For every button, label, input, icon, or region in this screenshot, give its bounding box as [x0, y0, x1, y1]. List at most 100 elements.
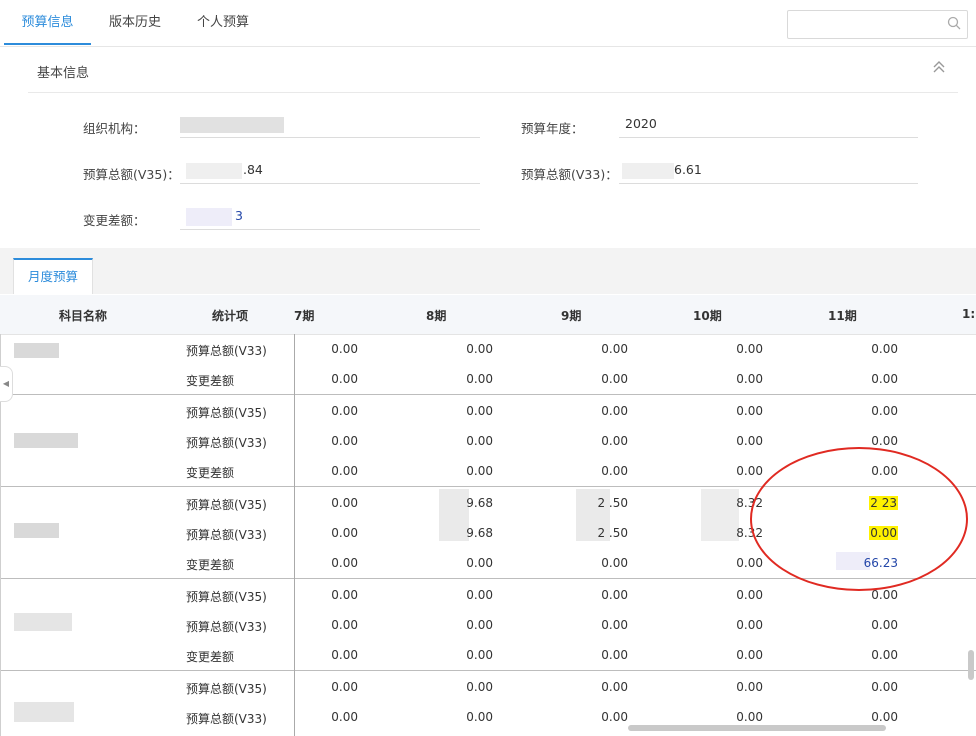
period-8-value: 0.00 — [466, 372, 493, 386]
total-v35-label: 预算总额(V35)： — [83, 167, 180, 182]
collapse-icon[interactable] — [932, 60, 946, 74]
period-11-value: 0.00 — [871, 404, 898, 418]
table-row[interactable]: 预算总额(V35) 0.00 0.00 0.00 0.00 0.00 — [0, 396, 976, 426]
period-10-value: 0.00 — [736, 342, 763, 356]
collapse-left-icon[interactable]: ◀ — [0, 366, 13, 402]
period-7-value: 0.00 — [331, 464, 358, 478]
metric-label: 预算总额(V35) — [186, 498, 267, 512]
active-tab-indicator — [4, 43, 91, 45]
period-9-value: 0.00 — [601, 618, 628, 632]
year-value: 2020 — [625, 116, 657, 131]
period-9-value: 0.00 — [601, 372, 628, 386]
period-10-value: 0.00 — [736, 434, 763, 448]
period-9-value: 0.00 — [601, 680, 628, 694]
period-9-value: 0.00 — [601, 588, 628, 602]
tab-budget-info[interactable]: 预算信息 — [4, 0, 91, 46]
basic-info-title: 基本信息 — [37, 66, 90, 81]
col-period-9[interactable]: 9期 — [561, 307, 581, 324]
vertical-scrollbar[interactable] — [968, 650, 974, 680]
period-11-value: 0.00 — [871, 618, 898, 632]
col-subject-name[interactable]: 科目名称 — [59, 307, 107, 324]
horizontal-scrollbar[interactable] — [628, 725, 886, 731]
period-7-value: 0.00 — [331, 680, 358, 694]
table-row[interactable]: 变更差额 0.00 0.00 0.00 0.00 0.00 — [0, 640, 976, 670]
period-8-value: 9.68 — [466, 526, 493, 540]
total-v35-value: .84 — [243, 162, 263, 177]
period-8-value: 0.00 — [466, 618, 493, 632]
diff-field[interactable]: 3 — [180, 205, 480, 230]
period-10-value: 0.00 — [736, 464, 763, 478]
period-11-value: 0.00 — [871, 434, 898, 448]
period-7-value: 0.00 — [331, 404, 358, 418]
metric-label: 预算总额(V33) — [186, 528, 267, 542]
period-10-value: 0.00 — [736, 648, 763, 662]
table-row[interactable]: 预算总额(V33) 0.00 0.00 0.00 0.00 0.00 — [0, 610, 976, 640]
diff-value: 3 — [235, 208, 243, 223]
redacted-total-v35 — [186, 163, 242, 179]
metric-label: 变更差额 — [186, 374, 235, 388]
metric-label: 变更差额 — [186, 558, 235, 572]
period-10-value: 0.00 — [736, 588, 763, 602]
col-period-11[interactable]: 11期 — [828, 307, 857, 324]
tab-personal-budget[interactable]: 个人预算 — [184, 0, 262, 46]
top-tab-bar: 预算信息 版本历史 个人预算 — [0, 0, 976, 47]
period-10-value: 0.00 — [736, 404, 763, 418]
org-field[interactable] — [180, 113, 480, 138]
period-11-value: 0.00 — [871, 372, 898, 386]
period-8-value: 0.00 — [466, 588, 493, 602]
col-metric[interactable]: 统计项 — [212, 307, 248, 324]
period-7-value: 0.00 — [331, 556, 358, 570]
diff-label: 变更差额： — [83, 213, 146, 228]
period-7-value: 0.00 — [331, 526, 358, 540]
period-8-value: 0.00 — [466, 648, 493, 662]
period-8-value: 0.00 — [466, 464, 493, 478]
frozen-column-divider — [294, 334, 295, 736]
redacted-org — [180, 117, 284, 133]
search-icon[interactable] — [947, 16, 961, 30]
period-11-value: 0.00 — [871, 680, 898, 694]
table-row[interactable]: 预算总额(V35) 0.00 0.00 0.00 0.00 0.00 — [0, 672, 976, 702]
period-9-value: 0.00 — [601, 342, 628, 356]
period-9-value: 2 .50 — [597, 526, 628, 540]
period-9-value: 0.00 — [601, 648, 628, 662]
period-8-value: 0.00 — [466, 434, 493, 448]
period-8-value: 0.00 — [466, 404, 493, 418]
period-11-value: 0.00 — [871, 342, 898, 356]
col-period-7[interactable]: 7期 — [294, 307, 314, 324]
group-divider — [0, 670, 976, 671]
col-period-8[interactable]: 8期 — [426, 307, 446, 324]
col-period-12[interactable]: 1: — [962, 307, 975, 321]
period-11-value: 0.00 — [871, 710, 898, 724]
redacted-diff — [186, 208, 232, 226]
period-10-value: 0.00 — [736, 710, 763, 724]
table-row[interactable]: 预算总额(V33) 0.00 0.00 0.00 0.00 0.00 — [0, 334, 976, 364]
total-v33-field[interactable]: 6.61 — [619, 159, 918, 184]
org-label: 组织机构： — [83, 121, 146, 136]
total-v35-field[interactable]: .84 — [180, 159, 480, 184]
metric-label: 预算总额(V33) — [186, 620, 267, 634]
metric-label: 预算总额(V35) — [186, 590, 267, 604]
metric-label: 预算总额(V33) — [186, 712, 267, 726]
annotation-circle — [750, 447, 968, 591]
table-header: 科目名称 统计项 7期 8期 9期 10期 11期 1: — [0, 295, 976, 335]
redacted-total-v33 — [622, 163, 674, 179]
period-7-value: 0.00 — [331, 710, 358, 724]
tab-monthly-budget[interactable]: 月度预算 — [13, 258, 93, 294]
metric-label: 预算总额(V35) — [186, 406, 267, 420]
year-field[interactable]: 2020 — [619, 113, 918, 138]
period-7-value: 0.00 — [331, 372, 358, 386]
period-7-value: 0.00 — [331, 496, 358, 510]
group-divider — [0, 394, 976, 395]
year-label: 预算年度： — [521, 121, 584, 136]
period-8-value: 9.68 — [466, 496, 493, 510]
table-row[interactable]: 变更差额 0.00 0.00 0.00 0.00 0.00 — [0, 364, 976, 394]
metric-label: 预算总额(V35) — [186, 682, 267, 696]
tab-version-history[interactable]: 版本历史 — [96, 0, 174, 46]
period-7-value: 0.00 — [331, 342, 358, 356]
period-9-value: 0.00 — [601, 464, 628, 478]
search-input[interactable] — [787, 10, 968, 39]
col-period-10[interactable]: 10期 — [693, 307, 722, 324]
period-9-value: 0.00 — [601, 404, 628, 418]
period-8-value: 0.00 — [466, 680, 493, 694]
period-9-value: 0.00 — [601, 434, 628, 448]
